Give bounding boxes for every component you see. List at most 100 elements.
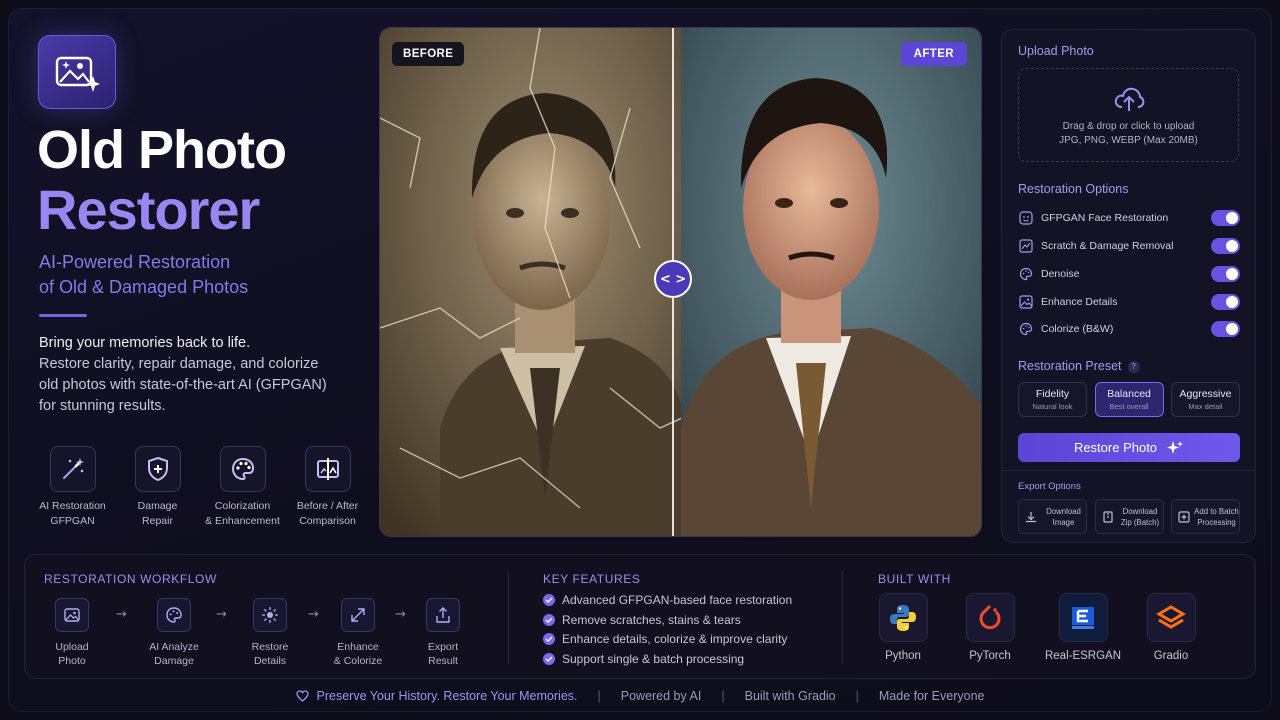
palette-icon: [219, 446, 266, 492]
footer-separator: |: [721, 689, 725, 703]
workflow-step-enhance: Enhance & Colorize: [318, 598, 398, 668]
footer: Preserve Your History. Restore Your Memo…: [0, 689, 1280, 703]
upload-dropzone[interactable]: Drag & drop or click to upload JPG, PNG,…: [1018, 68, 1239, 162]
upload-instruction: Drag & drop or click to upload: [1062, 120, 1195, 132]
section-divider: [508, 571, 509, 664]
feature-damage-repair: Damage Repair: [115, 446, 200, 529]
options-title: Restoration Options: [1018, 182, 1129, 196]
export-options: Download Image Download Zip (Batch) Add to…: [1018, 499, 1240, 534]
feature-label-line2: & Enhancement: [205, 515, 280, 527]
check-icon: [543, 653, 555, 665]
add-to-batch-button[interactable]: Add to Batch Processing: [1171, 499, 1240, 534]
magic-wand-icon: [49, 446, 96, 492]
preset-title: Restoration Preset?: [1018, 359, 1140, 373]
image-icon: [55, 598, 89, 632]
download-zip-button[interactable]: Download Zip (Batch): [1094, 499, 1164, 534]
workflow-label-line2: Result: [428, 655, 458, 667]
footer-separator: |: [597, 689, 601, 703]
panel-separator: [1002, 470, 1255, 471]
built-with-title: BUILT WITH: [878, 572, 951, 586]
feature-label-line1: Damage: [137, 500, 178, 512]
face-icon: [1018, 210, 1034, 226]
feature-ai-restoration: AI Restoration GFPGAN: [30, 446, 115, 529]
export-label-line2: Zip (Batch): [1120, 517, 1160, 527]
hero-accent-bar: [39, 314, 87, 317]
option-toggle[interactable]: [1211, 321, 1240, 337]
workflow-label-line2: Photo: [58, 655, 86, 667]
key-feature-item: Support single & batch processing: [543, 652, 744, 666]
export-label-line1: Download: [1122, 506, 1158, 516]
preset-balanced[interactable]: Balanced Best overall: [1094, 382, 1164, 417]
restore-photo-button[interactable]: Restore Photo: [1018, 433, 1240, 462]
shield-plus-icon: [134, 446, 181, 492]
option-label: Colorize (B&W): [1041, 323, 1114, 335]
workflow-label-line1: Enhance: [337, 641, 379, 653]
key-feature-item: Enhance details, colorize & improve clar…: [543, 632, 787, 646]
option-toggle[interactable]: [1211, 210, 1240, 226]
hero-description: Bring your memories back to life. Restor…: [39, 333, 339, 417]
image-icon: [1018, 294, 1034, 310]
hero-title-line1: Old Photo: [37, 120, 287, 180]
option-gfpgan-face-restoration: GFPGAN Face Restoration: [1018, 208, 1240, 228]
preset-name: Aggressive: [1179, 388, 1232, 400]
feature-label-line1: Colorization: [214, 500, 271, 512]
export-title: Export Options: [1018, 481, 1081, 492]
hero-subtitle: AI-Powered Restoration of Old & Damaged …: [39, 250, 339, 300]
restore-photo-label: Restore Photo: [1073, 440, 1158, 455]
workflow-label-line1: Upload: [55, 641, 89, 653]
before-tag: BEFORE: [392, 42, 465, 66]
option-toggle[interactable]: [1211, 266, 1240, 282]
workflow-label-line2: & Colorize: [333, 655, 383, 667]
upload-formats: JPG, PNG, WEBP (Max 20MB): [1059, 134, 1198, 146]
download-image-button[interactable]: Download Image: [1018, 499, 1087, 534]
preset-name: Fidelity: [1035, 388, 1070, 400]
before-after-comparison[interactable]: BEFORE AFTER < >: [379, 27, 982, 537]
preset-selector: Fidelity Natural look Balanced Best overal…: [1018, 382, 1240, 417]
tech-label: Python: [885, 650, 921, 662]
feature-label-line1: AI Restoration: [39, 500, 106, 512]
export-label-line1: Download: [1046, 506, 1081, 516]
footer-made-for: Made for Everyone: [878, 689, 985, 703]
feature-label-line1: Before / After: [296, 500, 359, 512]
preset-fidelity[interactable]: Fidelity Natural look: [1018, 382, 1087, 417]
section-divider: [842, 571, 843, 664]
option-toggle[interactable]: [1211, 238, 1240, 254]
tech-gradio: Gradio: [1131, 593, 1211, 662]
key-feature-item: Advanced GFPGAN-based face restoration: [543, 593, 792, 607]
feature-before-after: Before / After Comparison: [285, 446, 370, 529]
option-denoise: Denoise: [1018, 264, 1240, 284]
control-panel: Upload Photo Drag & drop or click to upl…: [1001, 29, 1256, 543]
pytorch-logo-icon: [965, 593, 1015, 642]
preset-name: Balanced: [1107, 388, 1151, 400]
option-label: Enhance Details: [1041, 296, 1118, 308]
tech-python: Python: [863, 593, 943, 662]
preset-aggressive[interactable]: Aggressive Max detail: [1171, 382, 1240, 417]
after-image: AFTER: [680, 28, 981, 536]
hero-feature-list: AI Restoration GFPGAN Damage Repair Colori…: [30, 446, 370, 529]
help-icon[interactable]: ?: [1127, 361, 1140, 373]
key-feature-text: Support single & batch processing: [562, 652, 745, 666]
preset-sub: Max detail: [1188, 402, 1223, 411]
export-label-line2: Processing: [1197, 517, 1236, 527]
option-enhance-details: Enhance Details: [1018, 292, 1240, 312]
workflow-arrow: →: [116, 607, 127, 622]
hero-subtitle-line2: of Old & Damaged Photos: [39, 277, 249, 297]
workflow-label-line2: Details: [253, 655, 287, 667]
workflow-label-line1: AI Analyze: [149, 641, 199, 653]
footer-tagline: Preserve Your History. Restore Your Memo…: [316, 689, 578, 703]
app-logo: [38, 35, 116, 109]
footer-separator: |: [855, 689, 859, 703]
footer-powered-by: Powered by AI: [620, 689, 702, 703]
option-toggle[interactable]: [1211, 294, 1240, 310]
add-batch-icon: [1178, 510, 1190, 523]
preset-title-text: Restoration Preset: [1018, 359, 1122, 373]
workflow-step-export: Export Result: [403, 598, 483, 668]
feature-label-line2: Repair: [142, 515, 173, 527]
feature-label-line2: GFPGAN: [50, 515, 95, 527]
zip-file-icon: [1102, 510, 1113, 523]
heart-icon: [295, 690, 309, 702]
feature-label-line2: Comparison: [299, 515, 356, 527]
option-colorize: Colorize (B&W): [1018, 319, 1240, 339]
comparison-slider-handle[interactable]: < >: [654, 260, 692, 298]
workflow-step-restore: Restore Details: [230, 598, 310, 668]
